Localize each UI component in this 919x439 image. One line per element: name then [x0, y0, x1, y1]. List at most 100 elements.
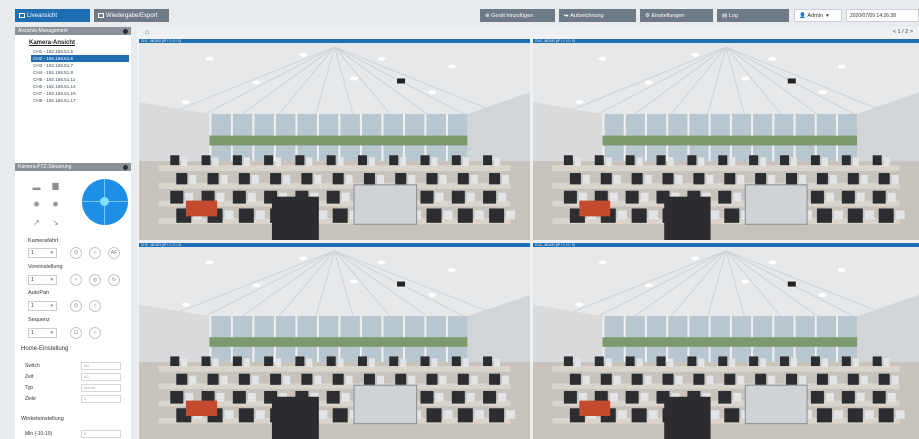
autopan-start-button[interactable]: ⌬	[70, 300, 82, 312]
angle-min-field[interactable]: 0	[81, 430, 121, 438]
monitor-icon	[19, 13, 25, 18]
collapse-icon[interactable]	[123, 164, 128, 170]
video-tile-label: CH1 - MD191 (IP / 1 / 0 / 0)	[139, 39, 530, 43]
view-management-header[interactable]: Ansichts-Management	[15, 27, 131, 35]
tab-liveansicht-label: Liveansicht	[27, 12, 58, 19]
log-button[interactable]: ▤ Log	[717, 9, 789, 22]
video-grid: ⌂ < 1 / 2 > CH1 - MD191 (IP / 1 / 0 / 0)…	[137, 27, 919, 439]
chevron-down-icon: ▾	[50, 303, 53, 309]
log-icon: ▤	[722, 12, 729, 19]
collapse-icon[interactable]	[123, 28, 128, 34]
camera-item[interactable]: CH8 - 192.168.51.17	[15, 97, 131, 104]
camera-item[interactable]: CH7 - 192.168.51.15	[15, 90, 131, 97]
chevron-down-icon: ▾	[822, 12, 829, 19]
log-label: Log	[728, 12, 738, 19]
chevron-down-icon: ▾	[50, 250, 53, 256]
tour-stop-button[interactable]: ○	[89, 247, 101, 259]
voreinstellung-label: Voreinstellung	[28, 264, 63, 270]
home-switch-field[interactable]: An	[81, 362, 121, 370]
zoom-in-icon[interactable]: ▆	[51, 181, 60, 190]
sequenz-start-button[interactable]: ⊡	[70, 327, 82, 339]
preset-goto-button[interactable]: ✓	[70, 274, 82, 286]
camera-feed-image	[533, 247, 919, 439]
home-switch-label: Switch	[25, 363, 40, 369]
autopan-stop-button[interactable]: ○	[89, 300, 101, 312]
video-tile[interactable]: CH4 - MD191 (IP / 1 / 0 / 0)	[533, 243, 919, 439]
ptz-control-title: Kamera-PTZ-Steuerung	[18, 164, 72, 170]
add-device-button[interactable]: ⊕ Gerät hinzufügen	[480, 9, 555, 22]
camera-item-selected[interactable]: CH2 - 192.168.51.6	[31, 55, 129, 62]
recording-button[interactable]: ▪▸ Aufzeichnung	[559, 9, 636, 22]
camera-feed-image	[139, 247, 530, 439]
kamerafahrt-label: Kamerafahrt	[28, 238, 59, 244]
video-tile[interactable]: CH3 - MD191 (IP / 1 / 0 / 0)	[139, 243, 530, 439]
autopan-value: 1	[31, 303, 34, 309]
tab-wiedergabe-export[interactable]: Wiedergabe/Export	[94, 9, 169, 22]
chevron-down-icon: ▾	[50, 277, 53, 283]
sequenz-stop-button[interactable]: ○	[89, 327, 101, 339]
tab-liveansicht[interactable]: Liveansicht	[15, 9, 90, 22]
video-tile-label: CH2 - MD191 (IP / 1 / 0 / 0)	[533, 39, 919, 43]
home-time-field[interactable]: 60	[81, 373, 121, 381]
joystick-handle[interactable]	[100, 197, 109, 206]
user-label: Admin	[807, 12, 823, 19]
autopan-select[interactable]: 1 ▾	[28, 301, 57, 311]
camera-feed-image	[533, 43, 919, 240]
sequenz-value: 1	[31, 330, 34, 336]
video-toolbar: ⌂ < 1 / 2 >	[137, 27, 919, 38]
camera-item[interactable]: CH5 - 192.168.51.11	[15, 76, 131, 83]
voreinstellung-value: 1	[31, 277, 34, 283]
voreinstellung-select[interactable]: 1 ▾	[28, 275, 57, 285]
preset-delete-button[interactable]: ↻	[108, 274, 120, 286]
camera-item[interactable]: CH1 - 192.168.51.5	[15, 48, 131, 55]
camera-item[interactable]: CH3 - 192.168.51.7	[15, 62, 131, 69]
video-tile-label: CH4 - MD191 (IP / 1 / 0 / 0)	[533, 243, 919, 247]
left-sidebar: Ansichts-Management Kamera-Ansicht CH1 -…	[15, 27, 131, 439]
settings-button[interactable]: ⚙ Einstellungen	[640, 9, 713, 22]
angle-min-label: Min (-10-10)	[25, 431, 53, 437]
iris-open-icon[interactable]: ↘	[51, 218, 60, 227]
camera-item[interactable]: CH4 - 192.168.51.8	[15, 69, 131, 76]
home-type-label: Typ	[25, 385, 34, 391]
angle-settings-title: Winkeleinstellung	[21, 416, 64, 422]
camera-feed-image	[139, 43, 530, 240]
video-tile-label: CH3 - MD191 (IP / 1 / 0 / 0)	[139, 243, 530, 247]
camera-view-title: Kamera-Ansicht	[29, 40, 76, 46]
sequenz-label: Sequenz	[28, 317, 50, 323]
preset-set-button[interactable]: ◎	[89, 274, 101, 286]
autofocus-label: AF	[110, 250, 118, 256]
home-target-label: Ziele	[25, 396, 36, 402]
home-type-field[interactable]: preset	[81, 384, 121, 392]
kamerafahrt-value: 1	[31, 250, 34, 256]
view-management-title: Ansichts-Management	[18, 28, 68, 34]
camera-item[interactable]: CH6 - 192.168.51.14	[15, 83, 131, 90]
tour-start-button[interactable]: ⌬	[70, 247, 82, 259]
video-tile[interactable]: CH1 - MD191 (IP / 1 / 0 / 0)	[139, 39, 530, 240]
page-pager[interactable]: < 1 / 2 >	[893, 29, 913, 35]
home-target-field[interactable]: 1	[81, 395, 121, 403]
zoom-out-icon[interactable]: ▬	[32, 183, 41, 192]
recording-label: Aufzeichnung	[570, 12, 604, 19]
autopan-label: AutoPan	[28, 290, 50, 296]
film-icon	[98, 13, 104, 18]
home-time-label: Zeit	[25, 374, 34, 380]
ptz-joystick[interactable]	[82, 179, 128, 225]
datetime-display: 2020/07/09 14:26:38	[846, 9, 919, 22]
add-device-label: Gerät hinzufügen	[491, 12, 534, 19]
focus-far-icon[interactable]: ✹	[51, 200, 60, 209]
tab-wiedergabe-label: Wiedergabe/Export	[106, 12, 158, 19]
focus-near-icon[interactable]: ✺	[32, 200, 41, 209]
iris-close-icon[interactable]: ↗	[32, 218, 41, 227]
sequenz-select[interactable]: 1 ▾	[28, 328, 57, 338]
video-tile[interactable]: CH2 - MD191 (IP / 1 / 0 / 0)	[533, 39, 919, 240]
ptz-control-header[interactable]: Kamera-PTZ-Steuerung	[15, 163, 131, 171]
kamerafahrt-select[interactable]: 1 ▾	[28, 248, 57, 258]
settings-label: Einstellungen	[651, 12, 685, 19]
camera-icon[interactable]: ⌂	[145, 29, 149, 36]
chevron-down-icon: ▾	[50, 330, 53, 336]
camera-list: CH1 - 192.168.51.5 CH2 - 192.168.51.6 CH…	[15, 48, 131, 104]
autofocus-button[interactable]: AF	[108, 247, 120, 259]
user-menu[interactable]: 👤 Admin ▾	[794, 9, 842, 22]
user-icon: 👤	[799, 12, 808, 19]
home-settings-title: Home-Einstellung	[21, 346, 69, 352]
